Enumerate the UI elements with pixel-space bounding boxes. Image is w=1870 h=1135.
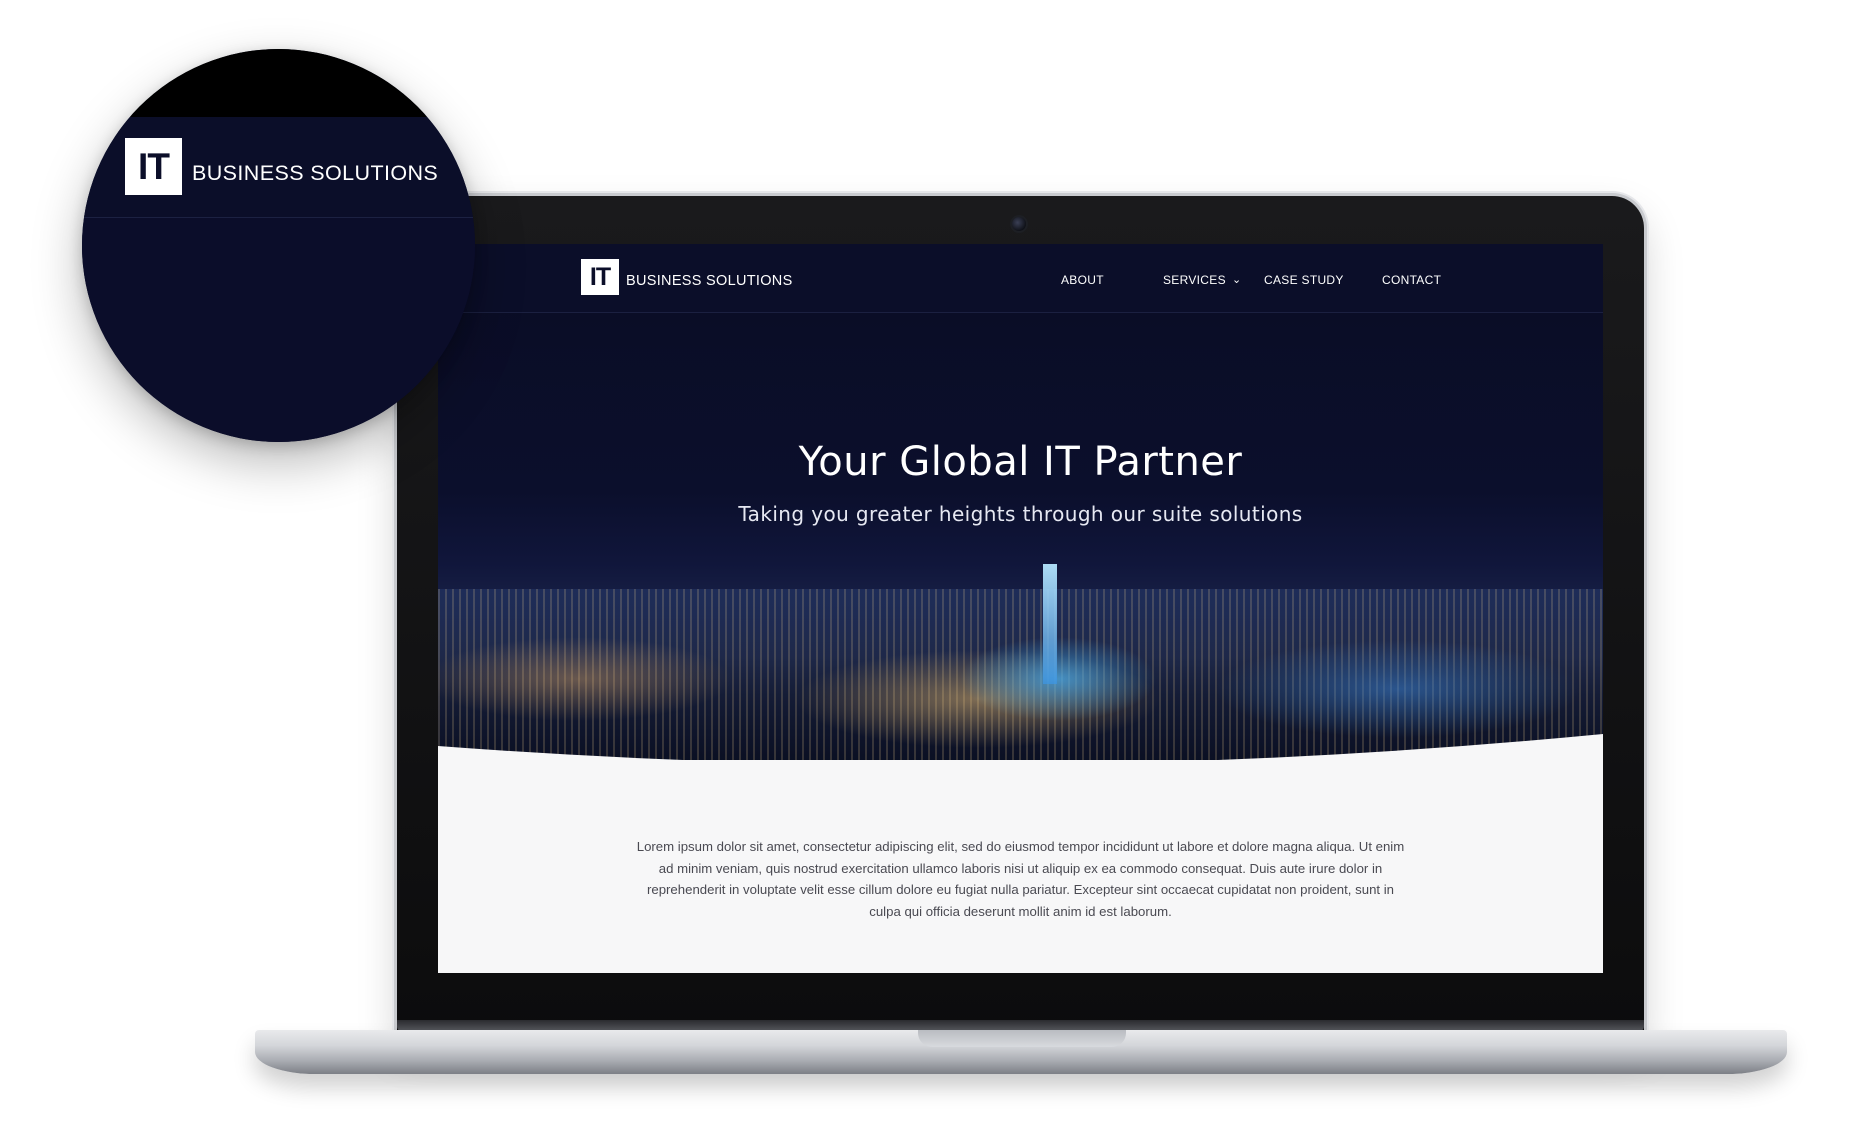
hero-subtitle: Taking you greater heights through our s… (738, 502, 1303, 526)
top-nav: IT BUSINESS SOLUTIONS ABOUT SERVICES ⌄ C… (438, 244, 1603, 313)
magnified-logo-text: BUSINESS SOLUTIONS (192, 161, 439, 185)
hero-title: Your Global IT Partner (798, 439, 1243, 485)
laptop-screen: IT BUSINESS SOLUTIONS ABOUT SERVICES ⌄ C… (438, 244, 1603, 973)
nav-item-contact[interactable]: CONTACT (1382, 273, 1441, 287)
hero-section: IT BUSINESS SOLUTIONS ABOUT SERVICES ⌄ C… (438, 244, 1603, 794)
camera-icon (1012, 217, 1026, 231)
intro-paragraph: Lorem ipsum dolor sit amet, consectetur … (636, 839, 1405, 919)
nav-item-services[interactable]: SERVICES (1163, 273, 1226, 287)
logo-text[interactable]: BUSINESS SOLUTIONS (626, 273, 793, 289)
logo-magnifier: IT BUSINESS SOLUTIONS (82, 49, 475, 442)
magnified-logo-mark: IT (125, 138, 182, 195)
skyline-spire (1043, 564, 1057, 684)
chevron-down-icon[interactable]: ⌄ (1232, 273, 1241, 286)
magnifier-bezel (82, 49, 475, 117)
laptop-notch (918, 1030, 1126, 1047)
nav-item-about[interactable]: ABOUT (1061, 273, 1104, 287)
logo-mark[interactable]: IT (581, 259, 619, 295)
nav-item-case-study[interactable]: CASE STUDY (1264, 273, 1344, 287)
magnifier-hero-area (82, 218, 475, 442)
hero-curve-divider (438, 734, 1603, 794)
